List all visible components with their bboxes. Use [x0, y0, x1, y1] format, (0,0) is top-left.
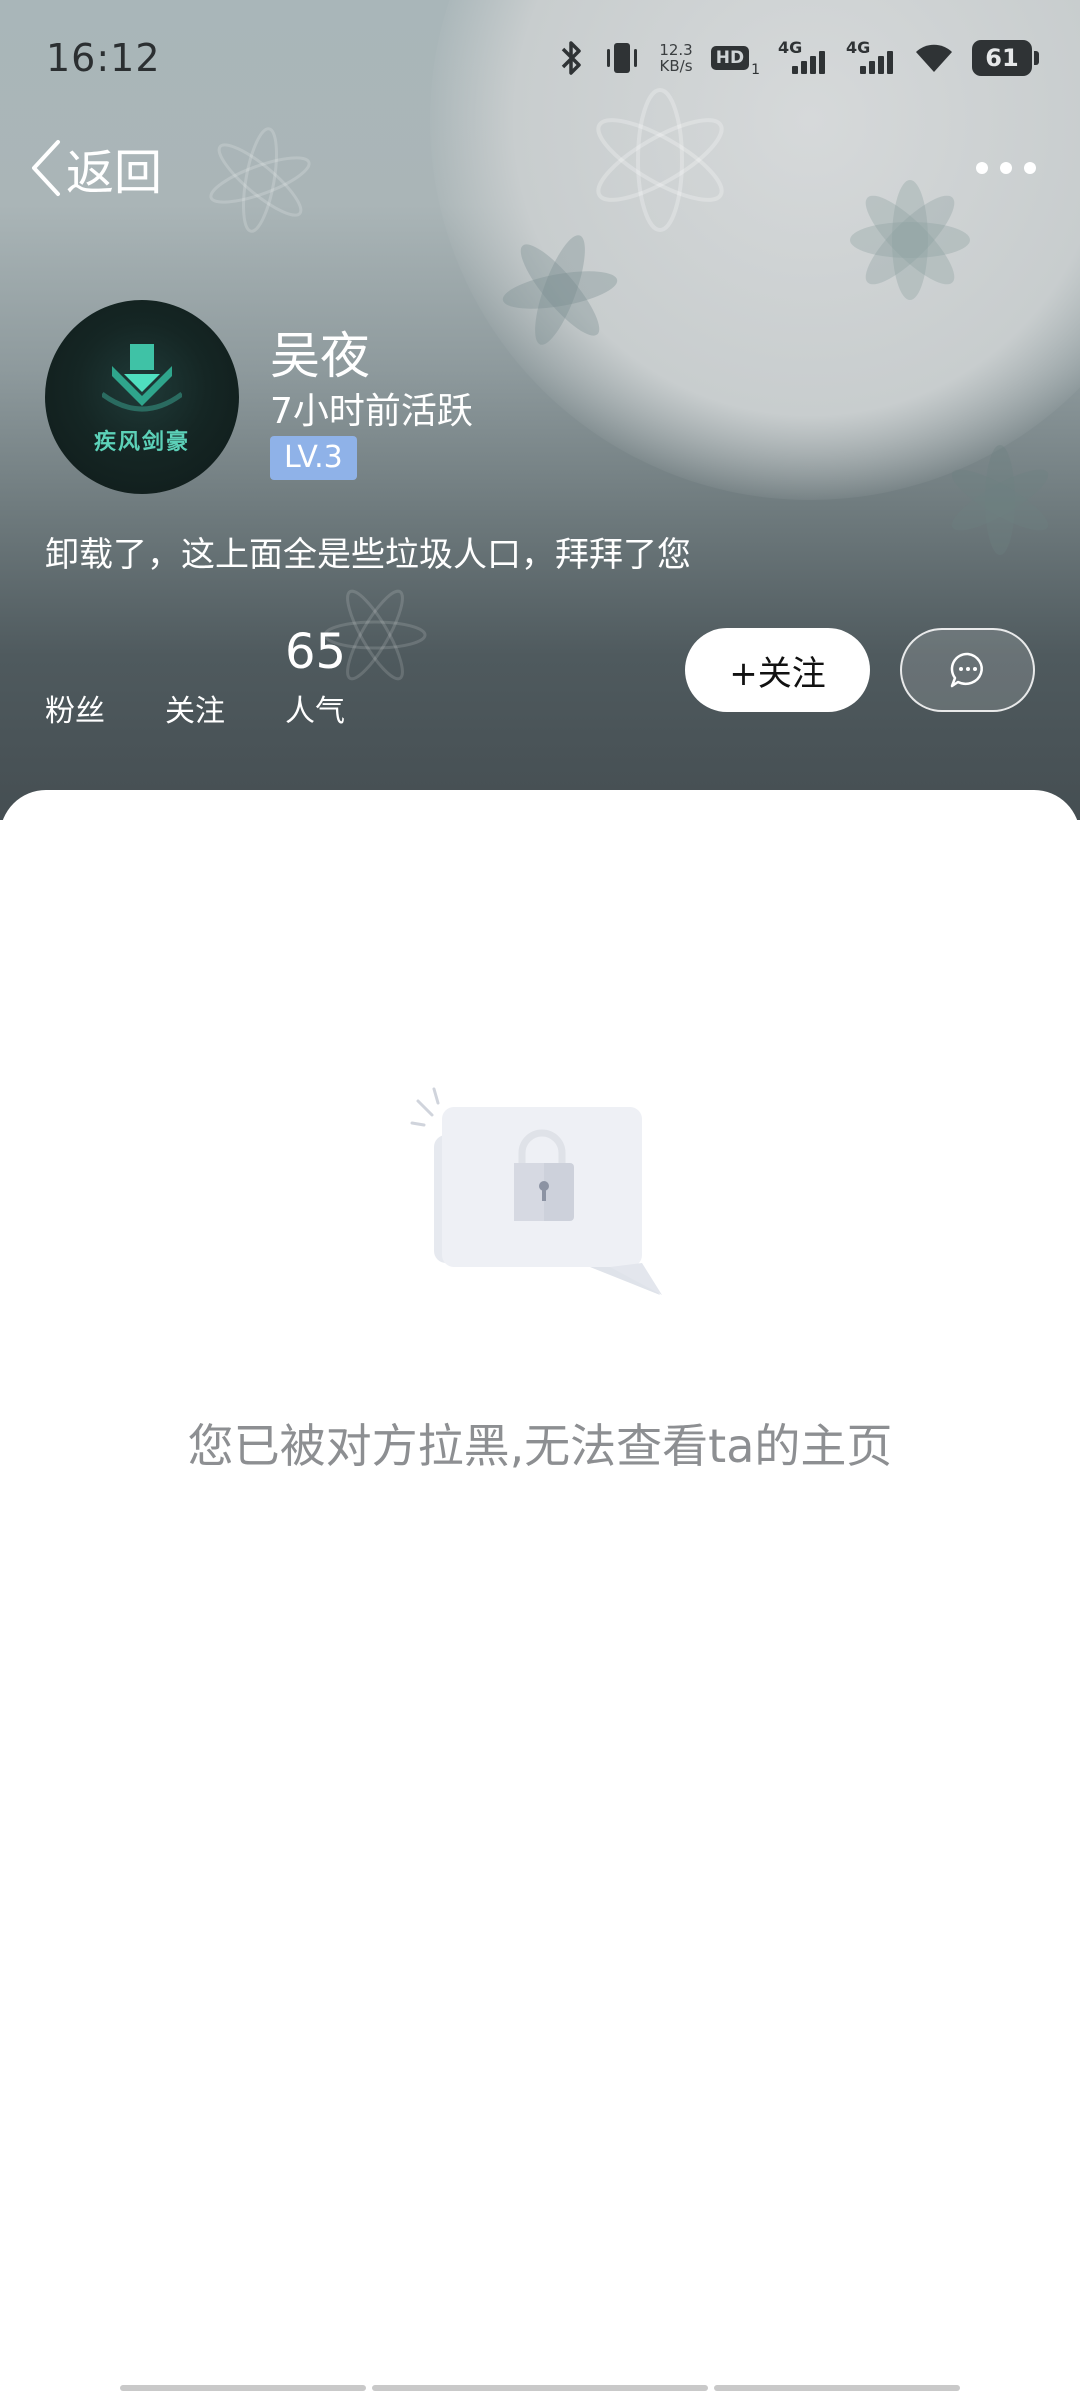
status-time: 16:12: [46, 36, 161, 80]
bio-text: 卸载了，这上面全是些垃圾人口，拜拜了您: [45, 535, 691, 575]
dot-icon: [1024, 162, 1036, 174]
network-speed-value: 12.3: [659, 41, 693, 59]
active-time: 7小时前活跃: [270, 391, 473, 432]
back-button[interactable]: 返回: [28, 136, 163, 201]
battery-icon: 61: [972, 40, 1039, 76]
content-panel: [0, 790, 1080, 2400]
nav-bar-segment: [372, 2385, 708, 2391]
stat-label: 人气: [285, 694, 345, 729]
sword-emblem-icon: [102, 344, 182, 412]
battery-level: 61: [985, 44, 1019, 72]
nav-bar-segment: [714, 2385, 960, 2391]
status-bar: 16:12 12.3 KB/s HD 1 4G 4G 61: [0, 0, 1080, 115]
stat-label: 关注: [165, 694, 225, 729]
hd-icon: HD 1: [710, 38, 760, 78]
bluetooth-icon: [559, 38, 585, 78]
stat-value: 65: [285, 624, 347, 680]
lock-illustration-icon: [410, 1087, 662, 1295]
dot-icon: [976, 162, 988, 174]
wifi-icon: [914, 38, 954, 78]
stat-fans[interactable]: 粉丝: [45, 620, 135, 730]
more-options-button[interactable]: [976, 150, 1036, 186]
decorative-flower: [209, 127, 311, 233]
network-speed: 12.3 KB/s: [659, 42, 692, 74]
decorative-flower: [502, 235, 618, 345]
chat-bubble-icon: [950, 652, 983, 688]
back-label: 返回: [66, 145, 163, 201]
avatar[interactable]: 疾风剑豪: [45, 300, 239, 494]
vibrate-icon: [603, 38, 641, 78]
nav-bar-segment: [120, 2385, 366, 2391]
stat-label: 粉丝: [45, 694, 105, 729]
status-icons: 12.3 KB/s HD 1 4G 4G 61: [559, 36, 1039, 80]
stat-following[interactable]: 关注: [165, 620, 255, 730]
message-button[interactable]: [900, 628, 1035, 712]
chevron-left-icon: [32, 140, 60, 196]
decorative-flower: [951, 445, 1049, 555]
avatar-text: 疾风剑豪: [93, 430, 190, 455]
decorative-flower: [850, 180, 970, 300]
hd-sub: 1: [751, 62, 760, 78]
network-speed-unit: KB/s: [659, 57, 693, 75]
signal-4g-icon: 4G: [778, 38, 828, 78]
username: 吴夜: [270, 327, 370, 385]
level-badge: LV.3: [270, 436, 357, 480]
dot-icon: [1000, 162, 1012, 174]
hd-label: HD: [710, 46, 750, 70]
stat-popularity[interactable]: 65 人气: [285, 620, 375, 730]
follow-button[interactable]: +关注: [685, 628, 870, 712]
blocked-message: 您已被对方拉黑,无法查看ta的主页: [187, 1419, 893, 1473]
signal-4g-icon: 4G: [846, 38, 896, 78]
